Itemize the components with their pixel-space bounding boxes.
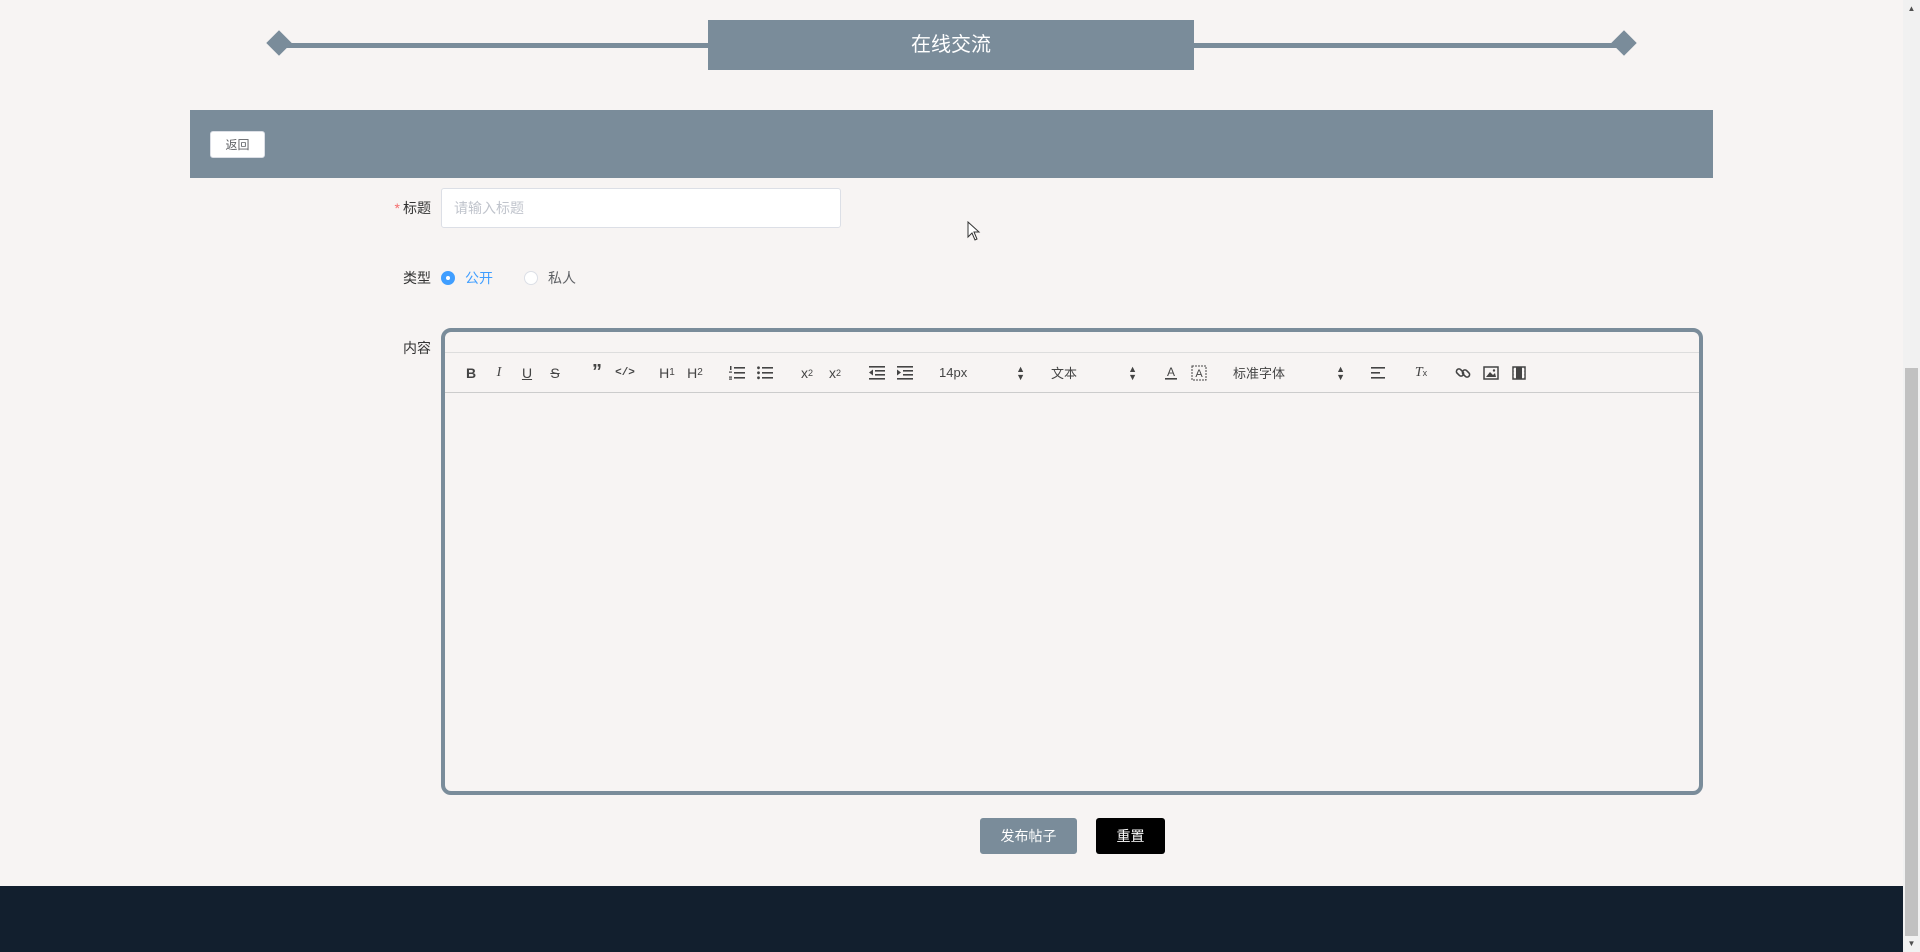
title-input[interactable] — [441, 188, 841, 228]
header-picker-value: 文本 — [1051, 366, 1078, 381]
radio-private-label: 私人 — [548, 270, 576, 286]
banner-diamond-left — [266, 30, 292, 56]
editor-toolbar: B I U S ” </> H1 H2 x2 x2 14px ▲ ▼ 文本 ▲ … — [445, 353, 1699, 393]
header-2-icon[interactable]: H2 — [681, 361, 709, 385]
svg-text:A: A — [1167, 365, 1175, 379]
content-label: 内容 — [403, 340, 431, 356]
svg-text:A: A — [1195, 368, 1203, 380]
subscript-icon[interactable]: x2 — [793, 361, 821, 385]
title-label: * 标题 — [351, 198, 431, 218]
bold-icon[interactable]: B — [457, 361, 485, 385]
size-picker-value: 14px — [939, 365, 968, 380]
header-picker[interactable]: 文本 ▲ ▼ — [1045, 361, 1143, 385]
type-label: 类型 — [403, 270, 431, 286]
reset-button[interactable]: 重置 — [1096, 818, 1165, 854]
ordered-list-icon[interactable] — [723, 361, 751, 385]
required-mark: * — [394, 200, 400, 216]
page-title: 在线交流 — [708, 20, 1194, 70]
video-icon[interactable] — [1505, 361, 1533, 385]
font-picker-value: 标准字体 — [1233, 366, 1286, 381]
editor-content-area[interactable] — [445, 394, 1699, 791]
banner-diamond-right — [1611, 30, 1637, 56]
header-bar: 返回 — [190, 110, 1713, 178]
radio-public[interactable]: 公开 — [441, 268, 493, 288]
image-icon[interactable] — [1477, 361, 1505, 385]
background-color-icon[interactable]: A — [1185, 361, 1213, 385]
radio-public-label: 公开 — [465, 270, 493, 286]
chevron-updown-icon: ▲ ▼ — [1128, 363, 1137, 382]
scroll-up-arrow-icon[interactable]: ▲ — [1903, 0, 1920, 17]
chevron-updown-icon: ▲ ▼ — [1016, 363, 1025, 382]
vertical-scrollbar[interactable]: ▲ ▼ — [1903, 0, 1920, 952]
title-label-text: 标题 — [403, 200, 431, 216]
indent-icon[interactable] — [891, 361, 919, 385]
link-icon[interactable] — [1449, 361, 1477, 385]
rich-text-editor: B I U S ” </> H1 H2 x2 x2 14px ▲ ▼ 文本 ▲ … — [441, 328, 1703, 795]
radio-private[interactable]: 私人 — [524, 268, 576, 288]
bullet-list-icon[interactable] — [751, 361, 779, 385]
clear-format-icon[interactable]: Tx — [1407, 361, 1435, 385]
publish-post-button[interactable]: 发布帖子 — [980, 818, 1077, 854]
outdent-icon[interactable] — [863, 361, 891, 385]
superscript-icon[interactable]: x2 — [821, 361, 849, 385]
underline-icon[interactable]: U — [513, 361, 541, 385]
scroll-thumb[interactable] — [1905, 368, 1918, 936]
font-picker[interactable]: 标准字体 ▲ ▼ — [1227, 361, 1351, 385]
font-color-icon[interactable]: A — [1157, 361, 1185, 385]
scroll-down-arrow-icon[interactable]: ▼ — [1903, 935, 1920, 952]
code-block-icon[interactable]: </> — [611, 361, 639, 385]
back-button[interactable]: 返回 — [210, 131, 265, 158]
header-1-icon[interactable]: H1 — [653, 361, 681, 385]
radio-public-dot[interactable] — [441, 271, 455, 285]
align-icon[interactable] — [1365, 361, 1393, 385]
editor-top-strip — [445, 332, 1699, 353]
mouse-pointer-icon — [967, 221, 981, 241]
banner-line-right — [1193, 43, 1624, 48]
italic-icon[interactable]: I — [485, 361, 513, 385]
strike-icon[interactable]: S — [541, 361, 569, 385]
radio-private-dot[interactable] — [524, 271, 538, 285]
blockquote-icon[interactable]: ” — [583, 361, 611, 385]
chevron-updown-icon: ▲ ▼ — [1336, 363, 1345, 382]
page-footer — [0, 886, 1903, 952]
size-picker[interactable]: 14px ▲ ▼ — [933, 361, 1031, 385]
banner-line-left — [280, 43, 708, 48]
